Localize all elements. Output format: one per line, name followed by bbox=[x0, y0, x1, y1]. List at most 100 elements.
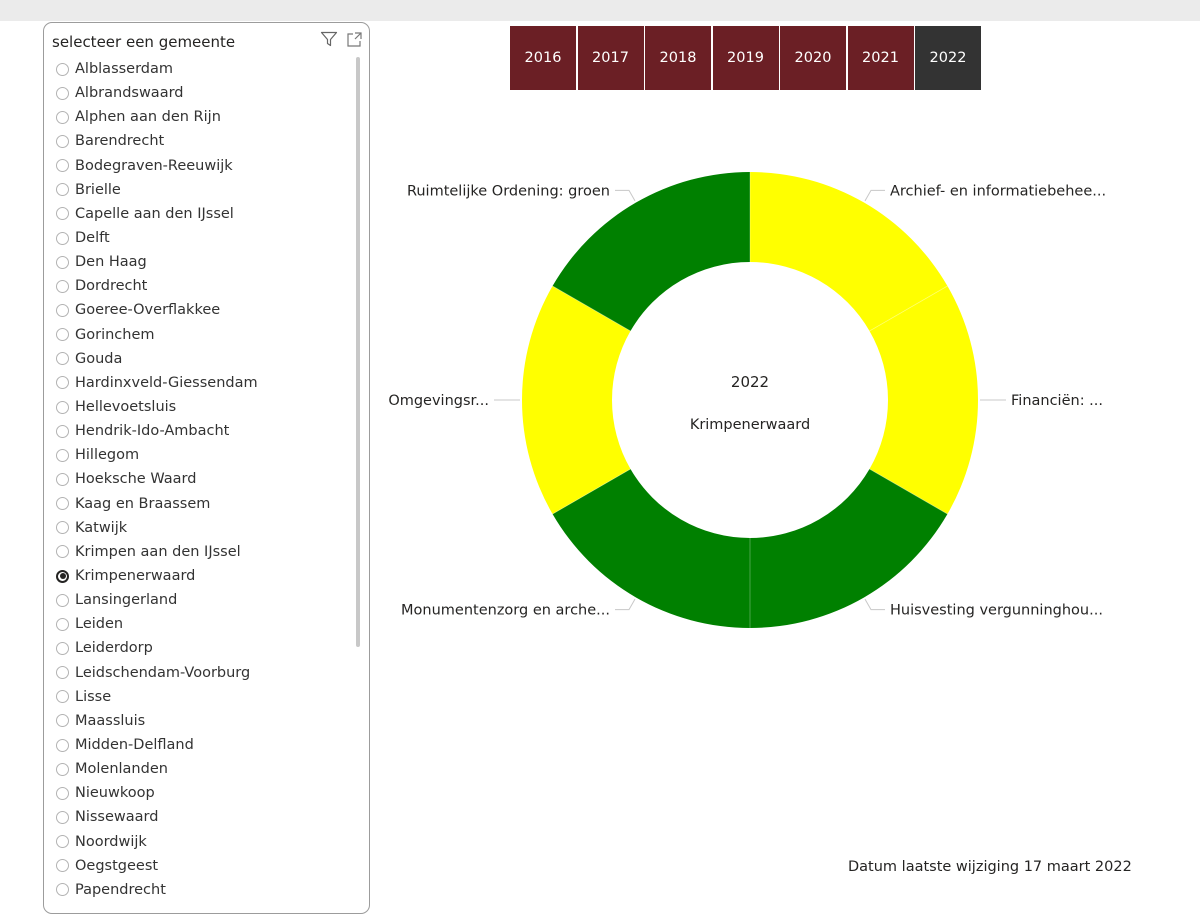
radio-button[interactable] bbox=[56, 545, 69, 559]
radio-button[interactable] bbox=[56, 376, 69, 390]
slice-label: Ruimtelijke Ordening: groen bbox=[407, 183, 610, 199]
slicer-item-label: Oegstgeest bbox=[75, 857, 159, 874]
slicer-item-label: Midden-Delfland bbox=[75, 737, 194, 753]
slice-label: Financiën: ... bbox=[1011, 393, 1103, 409]
slicer-item[interactable]: Maassluis bbox=[44, 709, 351, 733]
slicer-item[interactable]: Oegstgeest bbox=[44, 854, 351, 878]
radio-button[interactable] bbox=[56, 666, 69, 680]
radio-button[interactable] bbox=[56, 883, 69, 897]
slicer-scrollbar[interactable] bbox=[356, 57, 360, 647]
slicer-item-label: Katwijk bbox=[75, 519, 128, 536]
slicer-item[interactable]: Nissewaard bbox=[44, 805, 351, 829]
slicer-item-label: Hellevoetsluis bbox=[75, 399, 177, 416]
slicer-item[interactable]: Brielle bbox=[44, 178, 351, 202]
year-button-2019[interactable]: 2019 bbox=[712, 26, 779, 90]
radio-button[interactable] bbox=[56, 472, 69, 486]
slicer-item[interactable]: Molenlanden bbox=[44, 757, 351, 781]
radio-button[interactable] bbox=[56, 328, 69, 342]
radio-button[interactable] bbox=[56, 400, 69, 414]
slice-label: Omgevingsr... bbox=[388, 393, 489, 409]
slicer-item-label: Hoeksche Waard bbox=[75, 471, 197, 488]
slicer-item[interactable]: Bodegraven-Reeuwijk bbox=[44, 154, 351, 178]
slicer-item[interactable]: Hellevoetsluis bbox=[44, 395, 351, 419]
radio-button[interactable] bbox=[56, 835, 69, 849]
radio-button[interactable] bbox=[56, 497, 69, 511]
year-button-2020[interactable]: 2020 bbox=[780, 26, 846, 90]
slicer-item-label: Gouda bbox=[75, 350, 123, 367]
radio-button[interactable] bbox=[56, 859, 69, 873]
slicer-item-label: Molenlanden bbox=[75, 761, 168, 778]
slicer-item[interactable]: Katwijk bbox=[44, 516, 351, 540]
radio-button[interactable] bbox=[56, 593, 69, 607]
filter-icon[interactable] bbox=[320, 30, 338, 48]
slicer-item[interactable]: Capelle aan den IJssel bbox=[44, 202, 351, 226]
slicer-item[interactable]: Gouda bbox=[44, 347, 351, 371]
slicer-item[interactable]: Kaag en Braassem bbox=[44, 492, 351, 516]
radio-button[interactable] bbox=[56, 424, 69, 438]
slicer-item[interactable]: Alblasserdam bbox=[44, 57, 351, 81]
slicer-item[interactable]: Krimpen aan den IJssel bbox=[44, 540, 351, 564]
radio-button[interactable] bbox=[56, 183, 69, 197]
slicer-item[interactable]: Goeree-Overflakkee bbox=[44, 298, 351, 322]
radio-button[interactable] bbox=[56, 738, 69, 752]
slicer-item[interactable]: Gorinchem bbox=[44, 323, 351, 347]
slicer-item[interactable]: Leiden bbox=[44, 612, 351, 636]
slicer-item[interactable]: Alphen aan den Rijn bbox=[44, 105, 351, 129]
radio-button[interactable] bbox=[56, 762, 69, 776]
radio-button[interactable] bbox=[56, 352, 69, 366]
radio-button[interactable] bbox=[56, 231, 69, 245]
slicer-item[interactable]: Hardinxveld-Giessendam bbox=[44, 371, 351, 395]
radio-button[interactable] bbox=[56, 690, 69, 704]
slicer-item[interactable]: Leiderdorp bbox=[44, 636, 351, 660]
radio-button[interactable] bbox=[56, 641, 69, 655]
slicer-item[interactable]: Barendrecht bbox=[44, 129, 351, 153]
radio-button[interactable] bbox=[56, 159, 69, 173]
slicer-item[interactable]: Noordwijk bbox=[44, 830, 351, 854]
radio-button[interactable] bbox=[56, 86, 69, 100]
slicer-item[interactable]: Delft bbox=[44, 226, 351, 250]
slicer-item[interactable]: Papendrecht bbox=[44, 878, 351, 902]
slicer-item[interactable]: Den Haag bbox=[44, 250, 351, 274]
slicer-item[interactable]: Dordrecht bbox=[44, 274, 351, 298]
slicer-item[interactable]: Lansingerland bbox=[44, 588, 351, 612]
radio-button[interactable] bbox=[56, 207, 69, 221]
radio-button[interactable] bbox=[56, 810, 69, 824]
gemeente-slicer: selecteer een gemeente Alblasserdam Albra… bbox=[43, 22, 370, 914]
slicer-item[interactable]: Hendrik-Ido-Ambacht bbox=[44, 419, 351, 443]
top-bar bbox=[0, 0, 1200, 21]
radio-button[interactable] bbox=[56, 303, 69, 317]
radio-button[interactable] bbox=[56, 448, 69, 462]
slicer-item[interactable]: Midden-Delfland bbox=[44, 733, 351, 757]
year-button-2022[interactable]: 2022 bbox=[915, 26, 981, 90]
slicer-item-label: Leiden bbox=[75, 616, 124, 633]
slicer-item[interactable]: Leidschendam-Voorburg bbox=[44, 661, 351, 685]
year-button-2017[interactable]: 2017 bbox=[577, 26, 644, 90]
focus-mode-icon[interactable] bbox=[346, 31, 363, 48]
slicer-item-label: Leiderdorp bbox=[75, 640, 153, 657]
radio-button[interactable] bbox=[56, 255, 69, 269]
radio-button[interactable] bbox=[56, 569, 69, 583]
radio-button[interactable] bbox=[56, 279, 69, 293]
slice-label: Monumentenzorg en arche... bbox=[401, 603, 610, 619]
slicer-item[interactable]: Hillegom bbox=[44, 443, 351, 467]
radio-button[interactable] bbox=[56, 521, 69, 535]
donut-chart: Archief- en informatiebehee... Financiën:… bbox=[388, 172, 1106, 628]
slicer-item-label: Hardinxveld-Giessendam bbox=[75, 374, 258, 391]
slicer-item[interactable]: Lisse bbox=[44, 685, 351, 709]
slicer-item-label: Capelle aan den IJssel bbox=[75, 205, 234, 222]
slicer-item-label: Nissewaard bbox=[75, 809, 159, 826]
year-button-2021[interactable]: 2021 bbox=[847, 26, 914, 90]
slicer-item[interactable]: Nieuwkoop bbox=[44, 781, 351, 805]
radio-button[interactable] bbox=[56, 134, 69, 148]
slicer-item[interactable]: Krimpenerwaard bbox=[44, 564, 351, 588]
radio-button[interactable] bbox=[56, 110, 69, 124]
slicer-item[interactable]: Albrandswaard bbox=[44, 81, 351, 105]
radio-button[interactable] bbox=[56, 786, 69, 800]
year-button-2016[interactable]: 2016 bbox=[510, 26, 576, 90]
slicer-item[interactable]: Hoeksche Waard bbox=[44, 467, 351, 491]
radio-button[interactable] bbox=[56, 617, 69, 631]
radio-button[interactable] bbox=[56, 62, 69, 76]
year-button-2018[interactable]: 2018 bbox=[645, 26, 711, 90]
slicer-item-label: Delft bbox=[75, 230, 110, 247]
radio-button[interactable] bbox=[56, 714, 69, 728]
